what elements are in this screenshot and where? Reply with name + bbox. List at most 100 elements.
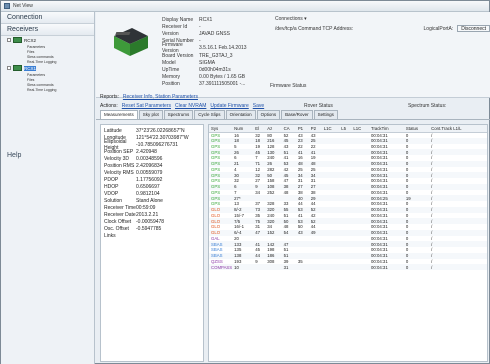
column-header[interactable]: L1C [321,125,340,133]
connections-dropdown[interactable]: Connections ▾ [275,16,490,22]
info-key: Receiver Time [104,204,136,211]
help-section[interactable]: Help [1,150,95,161]
receiver-icon [13,65,22,71]
column-header[interactable]: Cont.Track L1/L [429,125,487,133]
info-key: Position SEP [104,148,134,155]
column-header[interactable]: P2 [308,125,322,133]
receivers-section[interactable]: Receivers [1,24,94,36]
column-header[interactable]: L5 [339,125,352,133]
tab-settings[interactable]: Settings [313,110,338,119]
tree-label: RCX1 [24,65,37,71]
actions-label: Actions: [100,103,118,109]
info-key: Links [104,232,116,239]
tab-bar: Measurements Sky plot Spectrums Cycle Sl… [96,110,490,120]
table-cell [351,264,369,270]
tab-options[interactable]: Options [256,110,281,119]
table-cell [308,264,322,270]
save-link[interactable]: Save [253,103,264,109]
table-cell: 0 [403,264,430,270]
app-window: Net View Connection Receivers RCX2 Param… [0,0,490,364]
column-header[interactable]: Sys [209,125,233,133]
satellite-table-panel[interactable]: Sys Num El Az CA P1 P2 L1C L5 L1C TrackTim Status Co… [208,124,488,362]
info-value: 00:59:09 [136,204,156,211]
column-header[interactable]: Az [265,125,282,133]
prop-key: Receiver Id [162,23,188,30]
tree-node-rcx1[interactable]: RCX1 [7,64,94,72]
connections-panel: Connections ▾ /dev/tcp/a Command TCP Add… [275,16,490,32]
column-header[interactable]: Status [403,125,430,133]
prop-key: Position [162,81,180,88]
sidebar: Connection Receivers RCX2 Parameters Fil… [1,12,95,364]
info-value: 2.420948 [136,148,157,155]
reports-row: Reports: Receiver Info, Station Paramete… [100,94,198,100]
reports-label: Reports: [100,94,119,100]
device-header: Display Name RCX1 Receiver Id - Version JAV… [96,12,490,98]
info-value: 2013.2.21 [136,211,159,218]
table-header-row: Sys Num El Az CA P1 P2 L1C L5 L1C TrackTim Status Co… [209,125,487,133]
prop-key: UpTime [162,66,180,73]
info-key: Receiver Date [104,211,136,218]
prop-key: Model [162,59,176,66]
tab-base-rover[interactable]: Base/Rover [281,110,313,119]
prop-value: 0d00h04m31s [199,66,231,73]
tab-measurements[interactable]: Measurements [100,110,138,119]
firmware-status: Firmware Status [270,83,307,89]
prop-key: Version [162,30,179,37]
prop-key: Board Version [162,52,194,59]
disconnect-button[interactable]: Disconnect [457,25,490,32]
info-key: Osc. Offset [104,225,129,232]
device-properties: Display Name RCX1 Receiver Id - Version JAV… [162,16,247,88]
clear-nvram-link[interactable]: Clear NVRAM [175,103,206,109]
tree-node-rcx2[interactable]: RCX2 [7,36,94,44]
info-value: 1.17756092 [136,176,163,183]
tab-sky-plot[interactable]: Sky plot [138,110,163,119]
reset-sat-link[interactable]: Reset Sat Parameters [122,103,171,109]
info-key: Clock Offset [104,218,132,225]
info-key: Velocity RMS [104,169,134,176]
prop-value: SIGMA [199,59,216,66]
prop-value: - [199,23,201,30]
column-header[interactable]: Num [232,125,254,133]
table-cell: 00:04:31 [368,264,404,270]
info-value: 2.42096834 [136,162,163,169]
reports-link[interactable]: Receiver Info, Station Parameters [123,94,198,100]
column-header[interactable]: El [253,125,266,133]
info-value: 121°54'22.30703987"W [136,134,189,141]
prop-value: RCX1 [199,16,213,23]
table-cell [295,264,309,270]
tab-spectrums[interactable]: Spectrums [163,110,194,119]
tree-item-logging[interactable]: Real-Time Logging [7,87,94,92]
help-label: Help [7,152,22,159]
expand-icon[interactable] [7,38,11,42]
prop-value: TRE_G3TAJ_3 [199,52,233,59]
table-body: GPS 16 32 80 52 43 43 00:04:31 0/GPS 18 18 216 45 23 2… [209,132,487,270]
position-info-panel: Latitude 37°23'26.02268657"N Longitude 121… [100,124,204,362]
update-firmware-link[interactable]: Update Firmware [210,103,248,109]
tab-cycle-slips[interactable]: Cycle Slips [194,110,225,119]
info-value: -0.00059478 [136,218,165,225]
prop-value: JAVAD GNSS [199,30,230,37]
connection-section[interactable]: Connection [1,12,94,24]
table-row[interactable]: COMPASS 10 31 00:04:31 0/ [209,264,487,270]
main-panel: Display Name RCX1 Receiver Id - Version JAV… [96,12,490,364]
info-value: 0.6506697 [136,183,160,190]
prop-value: 3.5.16.1 Feb.14.2013 [199,45,247,52]
rover-status: Rover Status [304,103,333,109]
column-header[interactable]: CA [281,125,296,133]
connection-path: /dev/tcp/a Command TCP Address: [275,25,354,32]
column-header[interactable]: L1C [351,125,369,133]
expand-icon[interactable] [7,66,11,70]
receiver-tree: RCX2 Parameters Files Sless commands Rea… [1,36,94,92]
column-header[interactable]: TrackTim [368,125,404,133]
tab-orientation[interactable]: Orientation [225,110,256,119]
prop-value: - [199,38,201,45]
table-cell [321,264,340,270]
table-cell: 31 [281,264,296,270]
info-value: 37°23'26.02268657"N [136,127,185,134]
spectrum-status: Spectrum Status: [408,103,447,109]
table-cell: / [429,264,487,270]
column-header[interactable]: P1 [295,125,309,133]
actions-row: Actions: Reset Sat Parameters Clear NVRA… [100,103,264,109]
info-value: 0.00348596 [136,155,163,162]
info-value: -10.785096276731 [136,141,178,148]
